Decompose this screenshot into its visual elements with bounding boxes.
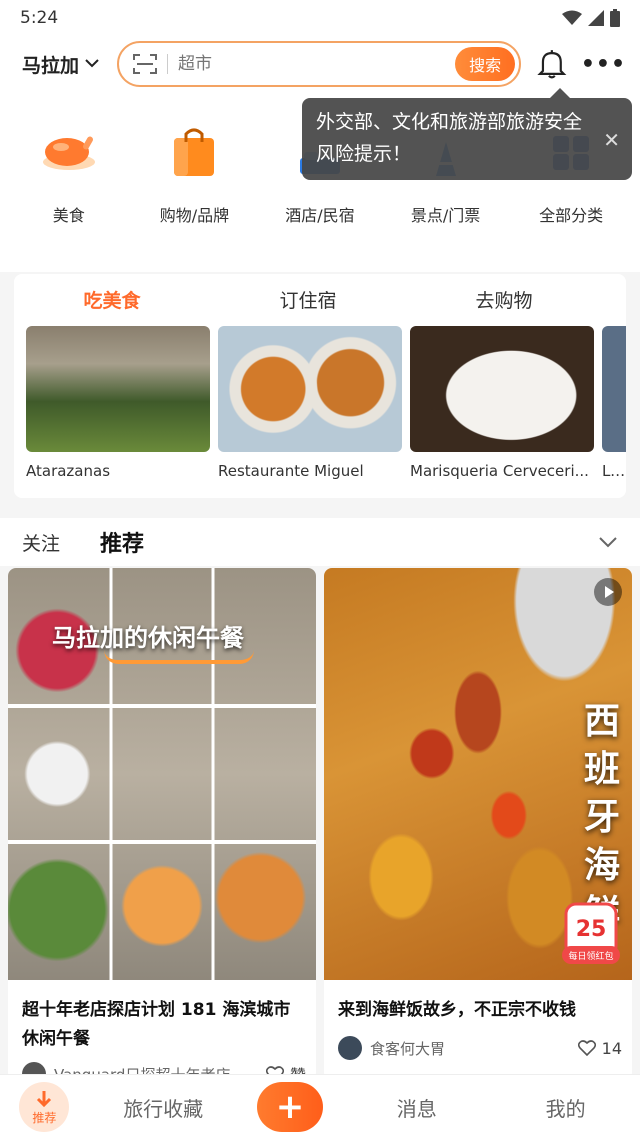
city-selector[interactable]: 马拉加 xyxy=(22,51,117,78)
recommend-item-name: Lo C xyxy=(602,462,626,480)
roast-chicken-icon xyxy=(42,136,95,170)
restaurant-photo xyxy=(26,326,210,452)
category-label: 购物/品牌 xyxy=(159,206,230,225)
feed: 马拉加的休闲午餐 超十年老店探店计划 181 海滨城市休闲午餐 Vanguard… xyxy=(0,566,640,1080)
post-title: 来到海鲜饭故乡，不正宗不收钱 xyxy=(338,1000,576,1020)
travel-warning-tooltip[interactable]: 外交部、文化和旅游部旅游安全风险提示！ ✕ xyxy=(302,88,632,180)
search-divider xyxy=(167,54,169,74)
heart-icon xyxy=(577,1040,596,1056)
recommend-item[interactable]: Atarazanas xyxy=(26,326,210,480)
feed-header: 关注 推荐 xyxy=(0,518,640,566)
category-shopping[interactable]: 购物/品牌 xyxy=(134,122,254,252)
tab-eat[interactable]: 吃美食 xyxy=(14,286,210,313)
close-icon[interactable]: ✕ xyxy=(603,124,620,156)
top-bar: 马拉加 搜索 ••• xyxy=(0,36,640,92)
nav-recommend-label: 推荐 xyxy=(32,1110,57,1125)
chevron-down-icon[interactable] xyxy=(598,533,618,552)
feed-post[interactable]: 西班牙海鲜 25 每日领红包 来到海鲜饭故乡，不正宗不收钱 食客何大胃 14 xyxy=(324,568,632,1080)
post-meta: 食客何大胃 14 xyxy=(338,1036,622,1060)
badge-text: 每日领红包 xyxy=(568,950,613,962)
battery-icon xyxy=(610,9,620,27)
scan-icon[interactable] xyxy=(133,53,158,75)
nav-profile[interactable]: 我的 xyxy=(511,1093,621,1122)
recommend-item[interactable]: Restaurante Miguel xyxy=(218,326,402,480)
tab-stay[interactable]: 订住宿 xyxy=(210,286,406,313)
nav-messages[interactable]: 消息 xyxy=(362,1093,472,1122)
category-label: 景点/门票 xyxy=(410,206,481,225)
category-food[interactable]: 美食 xyxy=(9,122,129,252)
spacer xyxy=(0,252,640,272)
tab-follow[interactable]: 关注 xyxy=(22,529,60,556)
recommend-item[interactable]: Lo C xyxy=(602,326,626,480)
feed-post[interactable]: 马拉加的休闲午餐 超十年老店探店计划 181 海滨城市休闲午餐 Vanguard… xyxy=(8,568,316,1080)
post-title: 超十年老店探店计划 181 海滨城市休闲午餐 xyxy=(22,1000,291,1049)
recommend-tabs: 吃美食 订住宿 去购物 xyxy=(14,274,626,324)
city-label: 马拉加 xyxy=(22,54,80,77)
recommend-item-name: Atarazanas xyxy=(26,462,111,480)
recommend-list: Atarazanas Restaurante Miguel Marisqueri… xyxy=(26,326,626,480)
tooltip-text: 外交部、文化和旅游部旅游安全风险提示！ xyxy=(316,111,583,165)
post-photo-paella: 西班牙海鲜 25 每日领红包 xyxy=(324,568,632,980)
tab-recommend[interactable]: 推荐 xyxy=(100,526,145,560)
search-input[interactable] xyxy=(178,54,456,74)
recommend-item-name: Restaurante Miguel xyxy=(218,462,364,480)
restaurant-photo xyxy=(410,326,594,452)
bell-icon[interactable] xyxy=(537,48,567,80)
more-icon[interactable]: ••• xyxy=(581,52,626,77)
nav-favorites[interactable]: 旅行收藏 xyxy=(108,1093,218,1122)
search-button[interactable]: 搜索 xyxy=(455,47,516,81)
badge-number: 25 xyxy=(576,917,607,942)
search-bar: 搜索 xyxy=(117,41,522,87)
category-label: 美食 xyxy=(52,206,85,225)
red-packet-icon[interactable]: 25 每日领红包 xyxy=(562,900,620,966)
overlay-underline xyxy=(104,650,254,664)
category-label: 全部分类 xyxy=(539,206,604,225)
restaurant-photo xyxy=(602,326,626,452)
bottom-nav: 推荐 旅行收藏 + 消息 我的 xyxy=(0,1074,640,1139)
signal-icon xyxy=(588,10,604,26)
post-overlay-title: 马拉加的休闲午餐 xyxy=(52,624,244,652)
like-button[interactable]: 14 xyxy=(577,1038,622,1058)
tab-shop[interactable]: 去购物 xyxy=(406,286,602,313)
status-bar: 5:24 xyxy=(0,0,640,36)
recommend-card: 吃美食 订住宿 去购物 Atarazanas Restaurante Migue… xyxy=(14,274,626,498)
chevron-down-icon xyxy=(85,57,99,71)
nav-recommend[interactable]: 推荐 xyxy=(19,1082,70,1132)
recommend-item-name: Marisqueria Cerveceri... xyxy=(410,462,589,480)
shopping-bag-icon xyxy=(174,128,215,176)
status-icons xyxy=(562,9,620,27)
post-author: 食客何大胃 xyxy=(370,1039,446,1058)
restaurant-photo xyxy=(218,326,402,452)
post-photo-collage: 马拉加的休闲午餐 xyxy=(8,568,316,980)
plus-icon: + xyxy=(275,1087,305,1127)
like-count: 14 xyxy=(601,1038,622,1058)
avatar[interactable] xyxy=(338,1036,362,1060)
play-icon[interactable] xyxy=(594,578,622,606)
recommend-item[interactable]: Marisqueria Cerveceri... xyxy=(410,326,594,480)
arrow-down-icon xyxy=(37,1090,52,1107)
publish-button[interactable]: + xyxy=(256,1082,323,1132)
category-label: 酒店/民宿 xyxy=(285,206,355,225)
status-time: 5:24 xyxy=(20,8,59,28)
wifi-icon xyxy=(562,10,582,25)
